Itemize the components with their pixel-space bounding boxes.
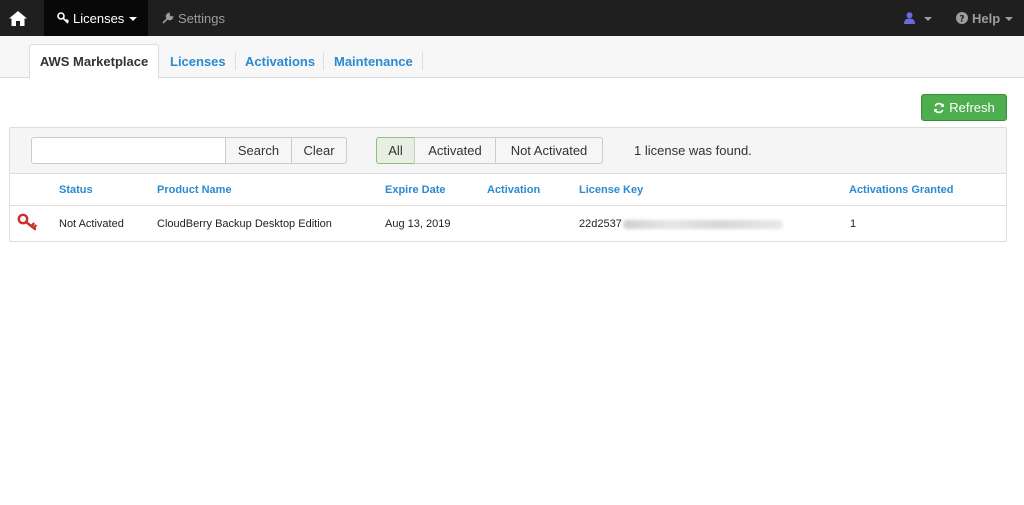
section-tabs: AWS Marketplace Licenses Activations Mai… bbox=[0, 36, 1024, 79]
question-circle-icon: ? bbox=[956, 12, 968, 24]
user-menu[interactable] bbox=[904, 0, 932, 36]
license-key-redacted bbox=[622, 219, 783, 229]
home-button[interactable] bbox=[0, 0, 36, 36]
refresh-icon bbox=[934, 102, 945, 113]
nav-settings-label: Settings bbox=[178, 10, 225, 26]
license-key-cell: 22d2537 bbox=[579, 218, 783, 230]
search-button[interactable]: Search bbox=[225, 137, 292, 164]
refresh-button[interactable]: Refresh bbox=[921, 94, 1007, 121]
clear-button[interactable]: Clear bbox=[291, 137, 347, 164]
chevron-down-icon bbox=[129, 17, 138, 21]
nav-settings[interactable]: Settings bbox=[162, 0, 225, 36]
filter-all-button[interactable]: All bbox=[376, 137, 415, 164]
top-navbar: Licenses Settings ? Help bbox=[0, 0, 1024, 36]
key-icon[interactable] bbox=[17, 213, 37, 236]
column-header-activations-granted[interactable]: Activations Granted bbox=[849, 184, 954, 196]
chevron-down-icon bbox=[924, 17, 932, 21]
chevron-down-icon bbox=[1005, 17, 1014, 21]
licenses-panel: Search Clear All Activated Not Activated… bbox=[9, 127, 1007, 242]
product-name-cell: CloudBerry Backup Desktop Edition bbox=[157, 218, 332, 230]
search-input[interactable] bbox=[31, 137, 226, 164]
column-header-expire-date[interactable]: Expire Date bbox=[385, 184, 446, 196]
header-divider bbox=[10, 205, 1006, 206]
license-key-text: 22d2537 bbox=[579, 218, 622, 230]
tab-activations[interactable]: Activations bbox=[245, 44, 315, 78]
filter-not-activated-button[interactable]: Not Activated bbox=[495, 137, 603, 164]
nav-licenses-menu[interactable]: Licenses bbox=[44, 0, 148, 36]
status-cell: Not Activated bbox=[59, 218, 124, 230]
key-icon bbox=[57, 12, 69, 24]
nav-help-label: Help bbox=[972, 10, 1001, 26]
expire-date-cell: Aug 13, 2019 bbox=[385, 218, 451, 230]
nav-licenses-label: Licenses bbox=[73, 10, 125, 26]
activations-granted-cell: 1 bbox=[850, 218, 857, 230]
user-icon bbox=[904, 12, 915, 24]
svg-text:?: ? bbox=[959, 15, 964, 25]
filter-activated-button[interactable]: Activated bbox=[414, 137, 496, 164]
column-header-product-name[interactable]: Product Name bbox=[157, 184, 232, 196]
tab-maintenance[interactable]: Maintenance bbox=[334, 44, 413, 78]
wrench-icon bbox=[162, 12, 174, 24]
home-icon bbox=[9, 10, 27, 26]
filter-bar: Search Clear All Activated Not Activated… bbox=[10, 128, 1006, 174]
column-header-activation[interactable]: Activation bbox=[487, 184, 540, 196]
column-header-license-key[interactable]: License Key bbox=[579, 184, 643, 196]
help-menu[interactable]: ? Help bbox=[956, 0, 1014, 36]
tab-licenses[interactable]: Licenses bbox=[170, 44, 226, 78]
tab-aws-marketplace[interactable]: AWS Marketplace bbox=[29, 44, 159, 79]
result-count-text: 1 license was found. bbox=[634, 143, 752, 158]
tab-divider bbox=[323, 52, 324, 70]
tab-divider bbox=[235, 52, 236, 70]
column-header-status[interactable]: Status bbox=[59, 184, 93, 196]
refresh-label: Refresh bbox=[949, 100, 995, 115]
tab-divider bbox=[422, 52, 423, 70]
